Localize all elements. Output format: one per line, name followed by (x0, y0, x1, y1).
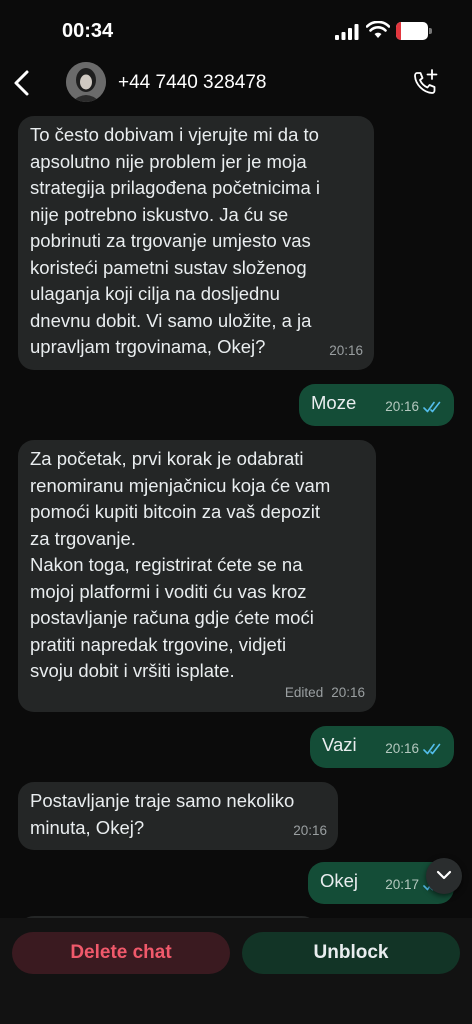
message-incoming[interactable]: Za početak, prvi korak je odabrati renom… (18, 440, 376, 712)
signal-icon (335, 24, 359, 40)
message-time: 20:17 (385, 876, 419, 892)
unblock-button[interactable]: Unblock (242, 932, 460, 974)
scroll-down-button[interactable] (426, 858, 462, 894)
chevron-down-icon (436, 870, 452, 880)
message-text: Za početak, prvi korak je odabrati renom… (30, 448, 331, 681)
message-text: To često dobivam i vjerujte mi da to aps… (30, 124, 321, 357)
message-time: 20:16 (385, 740, 419, 756)
message-outgoing[interactable]: Vazi 20:16 (310, 726, 454, 768)
battery-icon: 16 (396, 22, 428, 40)
edited-label: Edited (284, 684, 324, 700)
chat-header: +44 7440 328478 (0, 60, 472, 106)
chat-thread[interactable]: To često dobivam i vjerujte mi da to aps… (0, 106, 472, 918)
message-time: 20:16 (385, 398, 419, 414)
battery-nub (429, 28, 432, 34)
wifi-icon (366, 21, 390, 38)
contact-name[interactable]: +44 7440 328478 (118, 72, 266, 94)
message-incoming[interactable]: Postavljanje traje samo nekoliko minuta,… (18, 782, 338, 850)
battery-percent: 16 (404, 23, 420, 38)
bottom-action-bar: Delete chat Unblock (0, 918, 472, 1024)
delete-chat-button[interactable]: Delete chat (12, 932, 230, 974)
message-text: Postavljanje traje samo nekoliko minuta,… (30, 790, 295, 838)
double-check-icon (423, 743, 441, 755)
status-time: 00:34 (62, 20, 114, 42)
chevron-left-icon[interactable] (10, 68, 34, 98)
message-time: 20:16 (331, 684, 365, 700)
avatar[interactable] (66, 62, 106, 102)
message-time: 20:16 (329, 342, 363, 358)
message-incoming[interactable]: To često dobivam i vjerujte mi da to aps… (18, 116, 374, 370)
status-bar: 00:34 16 (0, 0, 472, 60)
message-time: 20:16 (293, 822, 327, 838)
double-check-icon (423, 401, 441, 413)
message-outgoing[interactable]: Moze 20:16 (299, 384, 454, 426)
phone-plus-icon[interactable] (410, 68, 440, 98)
